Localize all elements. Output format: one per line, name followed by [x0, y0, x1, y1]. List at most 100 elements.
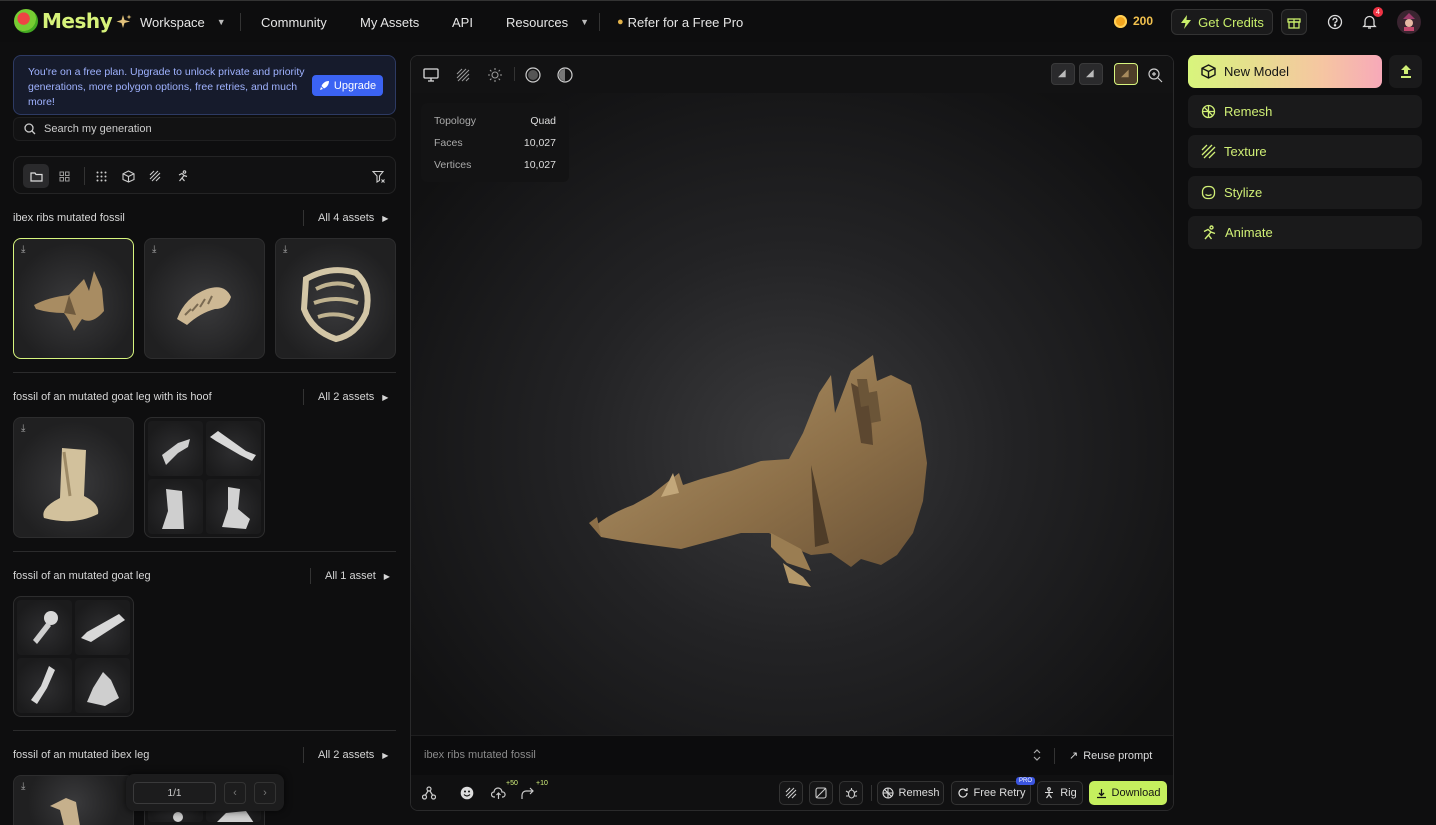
texture-action-button[interactable] — [779, 781, 803, 805]
nav-my-assets[interactable]: My Assets — [360, 1, 419, 43]
nav-resources[interactable]: Resources ▼ — [506, 1, 589, 43]
variant-thumbnail[interactable]: ◢ — [1079, 63, 1103, 85]
smiley-icon — [460, 786, 474, 800]
upload-bonus-button[interactable] — [489, 784, 507, 802]
upgrade-button[interactable]: Upgrade — [312, 75, 383, 96]
nav-community[interactable]: Community — [261, 1, 327, 43]
avatar[interactable] — [1397, 10, 1421, 34]
viewer-canvas[interactable] — [411, 93, 1173, 735]
asset-thumbnail[interactable]: ⤓ — [144, 238, 265, 359]
filter-button[interactable] — [365, 164, 391, 188]
expand-prompt-button[interactable] — [1028, 746, 1046, 764]
gift-button[interactable] — [1281, 9, 1307, 35]
mesh-stats-panel: Topology Quad Faces 10,027 Vertices 10,027 — [421, 103, 569, 182]
meshy-logo[interactable]: Meshy — [14, 9, 113, 33]
chevron-right-icon: › — [263, 787, 267, 799]
share-bonus-button[interactable] — [519, 784, 537, 802]
asset-thumbnail[interactable]: ⤓ — [13, 238, 134, 359]
help-button[interactable] — [1326, 13, 1344, 31]
cube-icon — [121, 169, 135, 183]
avatar-icon — [1403, 13, 1415, 31]
matcap-button[interactable] — [524, 66, 542, 84]
download-icon[interactable]: ⤓ — [21, 781, 25, 792]
texture-icon — [149, 170, 161, 182]
remesh-button[interactable]: Remesh — [877, 781, 944, 805]
texture-tool-label: Texture — [1224, 144, 1267, 159]
bonus-badge: +50 — [506, 780, 518, 787]
cloud-upload-icon — [490, 786, 506, 799]
next-page-button[interactable]: › — [254, 782, 276, 804]
prompt-bar: ibex ribs mutated fossil ↗ Reuse prompt — [411, 735, 1173, 775]
upload-button[interactable] — [1389, 55, 1422, 88]
style-button[interactable] — [458, 784, 476, 802]
bug-report-button[interactable] — [839, 781, 863, 805]
nodes-button[interactable] — [420, 784, 438, 802]
rig-button[interactable]: Rig — [1037, 781, 1083, 805]
variant-thumbnail-selected[interactable]: ◢ — [1114, 63, 1138, 85]
download-icon[interactable]: ⤓ — [21, 244, 25, 255]
asset-thumbnail-grid[interactable] — [13, 596, 134, 717]
remesh-label: Remesh — [898, 787, 940, 799]
texture-filter-button[interactable] — [142, 164, 168, 188]
animate-tool-button[interactable]: Animate — [1188, 216, 1422, 249]
caret-right-icon: ▶ — [383, 571, 390, 581]
all-assets-link[interactable]: All 2 assets ▶ — [302, 389, 388, 405]
prev-page-button[interactable]: ‹ — [224, 782, 246, 804]
asset-thumbnail-grid[interactable] — [144, 417, 265, 538]
get-credits-button[interactable]: Get Credits — [1171, 9, 1273, 35]
asset-thumbnail[interactable]: ⤓ — [275, 238, 396, 359]
nav-refer[interactable]: ● Refer for a Free Pro — [617, 1, 743, 43]
zoom-icon — [1148, 68, 1163, 83]
texture-tool-button[interactable]: Texture — [1188, 135, 1422, 168]
new-model-button[interactable]: New Model — [1188, 55, 1382, 88]
divider — [1054, 748, 1055, 764]
nav-api[interactable]: API — [452, 1, 473, 43]
all-filter-button[interactable] — [88, 164, 114, 188]
download-button[interactable]: Download — [1089, 781, 1167, 805]
lighting-button[interactable] — [486, 66, 504, 84]
share-icon — [521, 787, 534, 799]
group-title: ibex ribs mutated fossil — [13, 212, 125, 224]
stat-label: Topology — [434, 115, 477, 127]
all-assets-link[interactable]: All 2 assets ▶ — [302, 747, 388, 763]
fossil-leg-image — [87, 672, 119, 706]
free-retry-label: Free Retry — [973, 787, 1026, 799]
chevron-up-down-icon — [1033, 749, 1041, 761]
stylize-tool-button[interactable]: Stylize — [1188, 176, 1422, 209]
asset-thumbnail[interactable]: ⤓ — [13, 417, 134, 538]
reuse-prompt-button[interactable]: ↗ Reuse prompt — [1069, 749, 1153, 763]
all-assets-link[interactable]: All 1 asset ▶ — [310, 568, 390, 584]
material-button[interactable] — [556, 66, 574, 84]
download-icon[interactable]: ⤓ — [152, 244, 156, 255]
stylize-tool-label: Stylize — [1224, 185, 1263, 200]
sphere-icon — [525, 67, 541, 83]
grid-view-button[interactable] — [51, 164, 77, 188]
variant-thumbnail[interactable]: ◢ — [1051, 63, 1075, 85]
model-filter-button[interactable] — [115, 164, 141, 188]
zoom-button[interactable] — [1146, 66, 1164, 84]
stat-topology: Topology Quad — [434, 115, 556, 127]
reuse-prompt-label: Reuse prompt — [1083, 749, 1153, 762]
image-action-button[interactable] — [809, 781, 833, 805]
rocket-icon — [319, 81, 329, 90]
all-assets-link[interactable]: All 4 assets ▶ — [302, 210, 388, 226]
download-icon[interactable]: ⤓ — [21, 423, 25, 434]
page-input[interactable]: 1/1 — [133, 782, 216, 804]
fossil-skull-model — [589, 355, 927, 587]
texture-view-button[interactable] — [454, 66, 472, 84]
monitor-view-button[interactable] — [422, 66, 440, 84]
search-input[interactable]: Search my generation — [13, 117, 396, 141]
download-icon[interactable]: ⤓ — [283, 244, 287, 255]
animation-filter-button[interactable] — [169, 164, 195, 188]
stylize-icon — [1201, 185, 1216, 200]
folder-view-button[interactable] — [23, 164, 49, 188]
asset-thumbnail[interactable]: ⤓ — [13, 775, 134, 825]
nav-refer-label: Refer for a Free Pro — [627, 14, 744, 30]
credit-balance[interactable]: 200 — [1114, 14, 1153, 28]
nav-workspace[interactable]: Workspace ▼ — [116, 1, 226, 43]
remesh-tool-button[interactable]: Remesh — [1188, 95, 1422, 128]
sun-icon — [488, 68, 502, 82]
folder-icon — [29, 171, 43, 182]
stat-value: 10,027 — [523, 137, 556, 149]
prompt-text[interactable]: ibex ribs mutated fossil — [424, 749, 536, 761]
